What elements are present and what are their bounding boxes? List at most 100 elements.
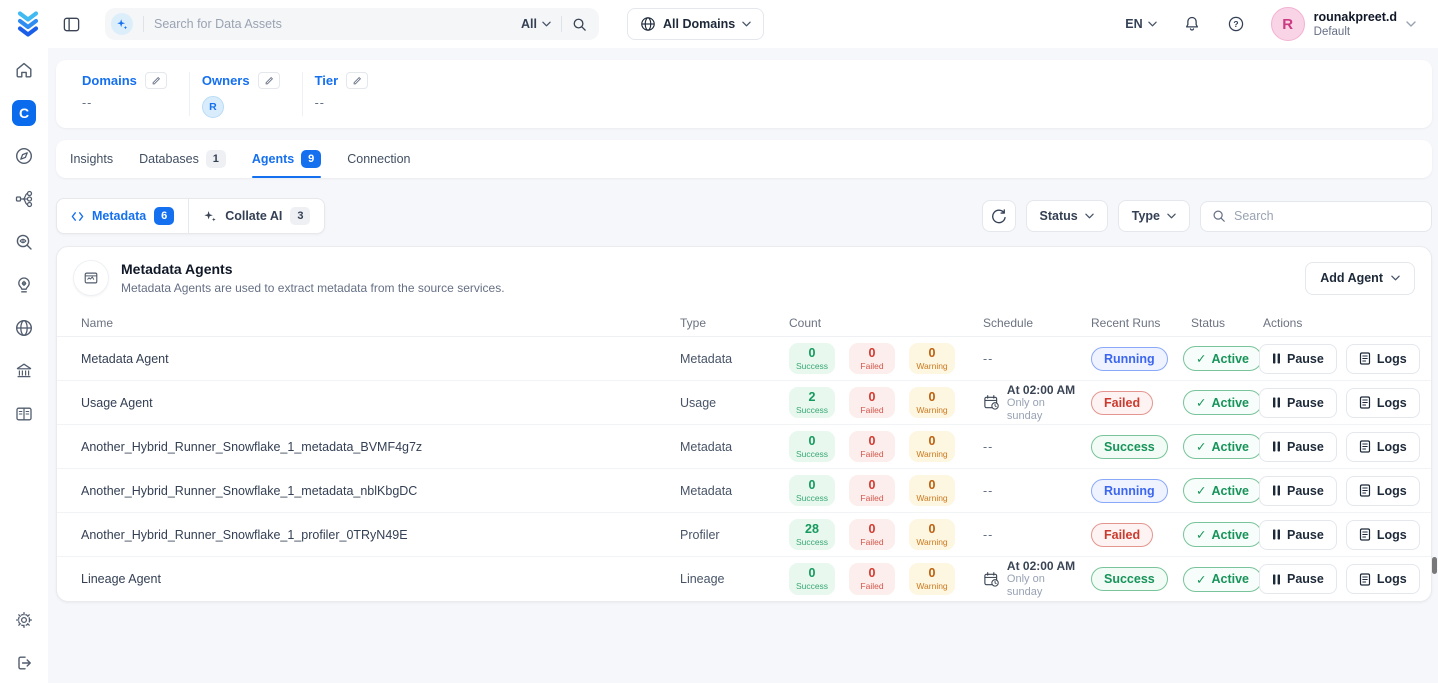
left-nav-rail: C xyxy=(0,48,48,683)
ai-sparkle-icon[interactable] xyxy=(111,13,133,35)
language-dropdown[interactable]: EN xyxy=(1125,17,1156,31)
recent-run-pill[interactable]: Running xyxy=(1091,479,1168,503)
refresh-button[interactable] xyxy=(982,200,1016,232)
settings-icon[interactable] xyxy=(12,608,36,632)
search-icon[interactable] xyxy=(572,17,587,32)
user-menu[interactable]: R rounakpreet.d Default xyxy=(1271,7,1416,41)
tab-agents[interactable]: Agents 9 xyxy=(252,140,321,178)
logs-icon xyxy=(1359,352,1371,365)
agent-name: Metadata Agent xyxy=(73,352,672,366)
search-icon xyxy=(1212,209,1226,223)
agent-type: Metadata xyxy=(672,440,757,454)
status-pill[interactable]: ✓Active xyxy=(1183,434,1262,459)
recent-run-pill[interactable]: Failed xyxy=(1091,391,1153,415)
nav-glossary-icon[interactable] xyxy=(12,402,36,426)
nav-governance-icon[interactable] xyxy=(12,359,36,383)
nav-home-icon[interactable] xyxy=(12,58,36,82)
logs-button[interactable]: Logs xyxy=(1346,520,1420,550)
app-body: C xyxy=(0,48,1438,683)
refresh-icon xyxy=(991,208,1007,224)
search-scope-dropdown[interactable]: All xyxy=(521,17,551,31)
pause-button[interactable]: Pause xyxy=(1259,564,1337,594)
nav-collate-app-icon[interactable]: C xyxy=(12,101,36,125)
page-scrollbar-thumb[interactable] xyxy=(1432,557,1437,574)
nav-explore-icon[interactable] xyxy=(12,144,36,168)
tab-databases[interactable]: Databases 1 xyxy=(139,140,226,178)
warning-count-badge: 0Warning xyxy=(909,563,955,594)
help-button[interactable]: ? xyxy=(1227,15,1245,33)
logs-button[interactable]: Logs xyxy=(1346,564,1420,594)
status-pill[interactable]: ✓Active xyxy=(1183,567,1262,592)
status-pill[interactable]: ✓Active xyxy=(1183,522,1262,547)
segment-metadata[interactable]: Metadata 6 xyxy=(57,199,188,233)
recent-run-pill[interactable]: Success xyxy=(1091,435,1168,459)
status-pill[interactable]: ✓Active xyxy=(1183,390,1262,415)
count-cell: 0Success 0Failed 0Warning xyxy=(757,431,975,462)
check-icon: ✓ xyxy=(1196,395,1206,410)
tab-connection[interactable]: Connection xyxy=(347,140,410,178)
check-icon: ✓ xyxy=(1196,439,1206,454)
failed-count-badge: 0Failed xyxy=(849,431,895,462)
pause-button[interactable]: Pause xyxy=(1259,476,1337,506)
edit-domains-button[interactable] xyxy=(145,72,167,89)
logs-button[interactable]: Logs xyxy=(1346,476,1420,506)
agents-search[interactable] xyxy=(1200,201,1432,232)
logout-icon[interactable] xyxy=(12,651,36,675)
row-menu-kebab-icon[interactable]: ⋮ xyxy=(1429,350,1432,368)
notifications-button[interactable] xyxy=(1183,15,1201,33)
status-filter-dropdown[interactable]: Status xyxy=(1026,200,1108,232)
add-agent-button[interactable]: Add Agent xyxy=(1305,262,1415,295)
check-icon: ✓ xyxy=(1196,483,1206,498)
edit-tier-button[interactable] xyxy=(346,72,368,89)
recent-run-pill[interactable]: Success xyxy=(1091,567,1168,591)
warning-count-badge: 0Warning xyxy=(909,387,955,418)
status-cell: ✓Active xyxy=(1183,522,1255,547)
pencil-icon xyxy=(151,76,161,86)
main-content: Domains -- Owners R xyxy=(48,48,1438,683)
nav-insights-icon[interactable] xyxy=(12,273,36,297)
logs-icon xyxy=(1359,396,1371,409)
nav-domains-icon[interactable] xyxy=(12,316,36,340)
nav-observability-icon[interactable] xyxy=(12,230,36,254)
pause-button[interactable]: Pause xyxy=(1259,432,1337,462)
global-search-input[interactable] xyxy=(154,17,511,31)
failed-count-badge: 0Failed xyxy=(849,519,895,550)
status-pill[interactable]: ✓Active xyxy=(1183,346,1262,371)
nav-lineage-icon[interactable] xyxy=(12,187,36,211)
pause-button[interactable]: Pause xyxy=(1259,344,1337,374)
status-cell: ✓Active xyxy=(1183,346,1255,371)
logs-button[interactable]: Logs xyxy=(1346,432,1420,462)
row-menu-kebab-icon[interactable]: ⋮ xyxy=(1429,394,1432,412)
edit-owners-button[interactable] xyxy=(258,72,280,89)
owner-avatar[interactable]: R xyxy=(202,96,224,118)
schedule-empty: -- xyxy=(975,484,1083,498)
logs-button[interactable]: Logs xyxy=(1346,344,1420,374)
count-cell: 0Success 0Failed 0Warning xyxy=(757,343,975,374)
row-menu-kebab-icon[interactable]: ⋮ xyxy=(1429,526,1432,544)
row-menu-kebab-icon[interactable]: ⋮ xyxy=(1429,438,1432,456)
logs-button[interactable]: Logs xyxy=(1346,388,1420,418)
global-search-bar[interactable]: All xyxy=(105,8,599,40)
row-menu-kebab-icon[interactable]: ⋮ xyxy=(1429,482,1432,500)
status-cell: ✓Active xyxy=(1183,478,1255,503)
schedule-cell: At 02:00 AMOnly on sunday xyxy=(975,559,1083,599)
segment-metadata-label: Metadata xyxy=(92,209,146,223)
all-domains-dropdown[interactable]: All Domains xyxy=(627,8,764,40)
pause-button[interactable]: Pause xyxy=(1259,520,1337,550)
tab-insights[interactable]: Insights xyxy=(70,140,113,178)
agents-search-input[interactable] xyxy=(1234,209,1420,223)
pause-button[interactable]: Pause xyxy=(1259,388,1337,418)
recent-run-pill[interactable]: Running xyxy=(1091,347,1168,371)
schedule-empty: -- xyxy=(975,440,1083,454)
domains-label: Domains xyxy=(82,73,137,88)
sidebar-toggle-button[interactable] xyxy=(62,15,81,34)
status-pill[interactable]: ✓Active xyxy=(1183,478,1262,503)
calendar-clock-icon xyxy=(983,394,1000,411)
recent-runs-cell: Success xyxy=(1083,567,1183,591)
actions-cell: Pause Logs ⋮ xyxy=(1255,432,1415,462)
segment-collate-ai[interactable]: Collate AI 3 xyxy=(189,199,324,233)
recent-run-pill[interactable]: Failed xyxy=(1091,523,1153,547)
type-filter-dropdown[interactable]: Type xyxy=(1118,200,1190,232)
collate-logo[interactable] xyxy=(12,8,44,40)
agents-toolbar: Metadata 6 Collate AI 3 xyxy=(56,198,1432,234)
